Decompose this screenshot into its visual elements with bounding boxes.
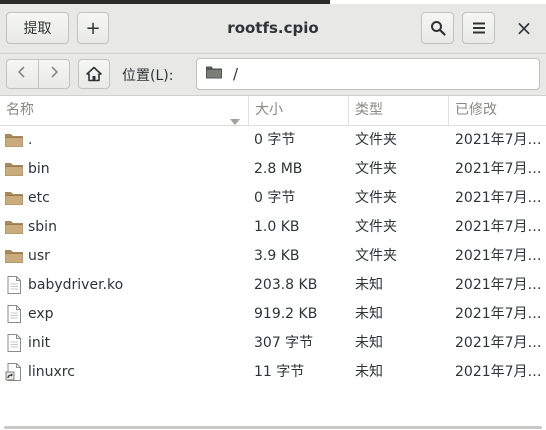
file-row[interactable]: usr 3.9 KB 文件夹 2021年7月… bbox=[0, 242, 546, 271]
file-name: exp bbox=[28, 306, 54, 322]
folder-icon bbox=[4, 188, 24, 208]
file-size: 0 字节 bbox=[254, 190, 296, 206]
hamburger-icon bbox=[472, 22, 486, 34]
file-name: linuxrc bbox=[28, 364, 75, 380]
horizontal-scrollbar[interactable] bbox=[4, 426, 542, 429]
column-modified[interactable]: 已修改 bbox=[449, 96, 546, 125]
file-size: 11 字节 bbox=[254, 364, 305, 380]
column-header: 名称 大小 类型 已修改 bbox=[0, 96, 546, 126]
symlink-icon bbox=[4, 362, 24, 382]
column-size-label: 大小 bbox=[255, 102, 283, 118]
search-button[interactable] bbox=[421, 12, 454, 44]
file-list: . 0 字节 文件夹 2021年7月… bin 2.8 MB 文件夹 2021年… bbox=[0, 126, 546, 387]
file-row[interactable]: sbin 1.0 KB 文件夹 2021年7月… bbox=[0, 213, 546, 242]
file-size: 203.8 KB bbox=[254, 277, 318, 293]
file-modified: 2021年7月… bbox=[455, 190, 542, 206]
menu-button[interactable] bbox=[462, 12, 495, 44]
folder-icon bbox=[4, 246, 24, 266]
file-type: 文件夹 bbox=[355, 219, 397, 235]
file-name: bin bbox=[28, 161, 50, 177]
file-name: sbin bbox=[28, 219, 57, 235]
file-size: 919.2 KB bbox=[254, 306, 318, 322]
home-button[interactable] bbox=[78, 59, 110, 89]
file-type: 未知 bbox=[355, 277, 383, 293]
folder-icon bbox=[4, 159, 24, 179]
file-icon bbox=[4, 275, 24, 295]
file-type: 未知 bbox=[355, 364, 383, 380]
add-button[interactable]: + bbox=[77, 12, 109, 44]
file-size: 3.9 KB bbox=[254, 248, 300, 264]
column-modified-label: 已修改 bbox=[455, 102, 497, 118]
file-name: babydriver.ko bbox=[28, 277, 124, 293]
file-size: 307 字节 bbox=[254, 335, 314, 351]
file-size: 0 字节 bbox=[254, 132, 296, 148]
folder-icon bbox=[205, 64, 223, 84]
file-size: 2.8 MB bbox=[254, 161, 303, 177]
nav-buttons bbox=[6, 59, 70, 89]
file-modified: 2021年7月… bbox=[455, 364, 542, 380]
header-bar: 提取 + rootfs.cpio × bbox=[0, 4, 546, 54]
location-field[interactable]: / bbox=[196, 58, 540, 90]
close-icon: × bbox=[515, 16, 533, 40]
file-name: . bbox=[28, 132, 33, 148]
file-row[interactable]: init 307 字节 未知 2021年7月… bbox=[0, 329, 546, 358]
file-row[interactable]: bin 2.8 MB 文件夹 2021年7月… bbox=[0, 155, 546, 184]
forward-button[interactable] bbox=[39, 60, 70, 88]
column-name-label: 名称 bbox=[6, 102, 34, 118]
file-row[interactable]: . 0 字节 文件夹 2021年7月… bbox=[0, 126, 546, 155]
file-modified: 2021年7月… bbox=[455, 277, 542, 293]
column-size[interactable]: 大小 bbox=[249, 96, 349, 125]
file-type: 文件夹 bbox=[355, 190, 397, 206]
file-icon bbox=[4, 333, 24, 353]
window-title: rootfs.cpio bbox=[227, 19, 319, 37]
column-name[interactable]: 名称 bbox=[0, 96, 249, 125]
file-modified: 2021年7月… bbox=[455, 219, 542, 235]
file-type: 未知 bbox=[355, 306, 383, 322]
file-row[interactable]: etc 0 字节 文件夹 2021年7月… bbox=[0, 184, 546, 213]
home-icon bbox=[86, 66, 102, 82]
location-label: 位置(L): bbox=[122, 68, 174, 84]
file-name: etc bbox=[28, 190, 50, 206]
extract-button[interactable]: 提取 bbox=[6, 12, 69, 44]
close-button[interactable]: × bbox=[507, 12, 541, 44]
chevron-right-icon bbox=[49, 65, 59, 83]
column-type-label: 类型 bbox=[355, 102, 383, 118]
file-type: 文件夹 bbox=[355, 161, 397, 177]
file-modified: 2021年7月… bbox=[455, 248, 542, 264]
file-size: 1.0 KB bbox=[254, 219, 300, 235]
file-modified: 2021年7月… bbox=[455, 161, 542, 177]
file-icon bbox=[4, 304, 24, 324]
file-type: 未知 bbox=[355, 335, 383, 351]
folder-icon bbox=[4, 217, 24, 237]
file-modified: 2021年7月… bbox=[455, 132, 542, 148]
file-modified: 2021年7月… bbox=[455, 335, 542, 351]
file-row[interactable]: exp 919.2 KB 未知 2021年7月… bbox=[0, 300, 546, 329]
file-modified: 2021年7月… bbox=[455, 306, 542, 322]
file-type: 文件夹 bbox=[355, 132, 397, 148]
search-icon bbox=[430, 20, 446, 36]
column-type[interactable]: 类型 bbox=[349, 96, 449, 125]
file-row[interactable]: babydriver.ko 203.8 KB 未知 2021年7月… bbox=[0, 271, 546, 300]
file-type: 文件夹 bbox=[355, 248, 397, 264]
folder-icon bbox=[4, 130, 24, 150]
file-name: usr bbox=[28, 248, 50, 264]
back-button[interactable] bbox=[7, 60, 38, 88]
chevron-left-icon bbox=[17, 65, 27, 83]
file-row[interactable]: linuxrc 11 字节 未知 2021年7月… bbox=[0, 358, 546, 387]
location-path: / bbox=[233, 65, 239, 83]
location-bar: 位置(L): / bbox=[0, 54, 546, 96]
file-name: init bbox=[28, 335, 51, 351]
